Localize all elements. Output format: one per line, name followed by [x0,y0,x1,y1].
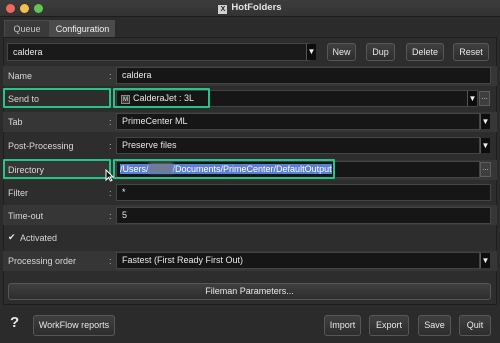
processing-order-dropdown-arrow-icon[interactable]: ▼ [480,253,490,268]
tab-field-label: Tab [8,117,23,127]
post-processing-colon: : [109,141,112,151]
title-bar: X HotFolders [0,0,500,17]
name-colon: : [109,71,112,81]
activated-label: Activated [20,233,58,243]
send-to-label-highlight [3,88,111,108]
save-button[interactable]: Save [418,315,451,336]
directory-browse-button[interactable]: ... [480,162,491,177]
timeout-input[interactable]: 5 [116,207,491,224]
help-icon[interactable]: ? [10,314,19,331]
import-button[interactable]: Import [324,315,361,336]
processing-order-select[interactable]: Fastest (First Ready First Out) [116,252,480,269]
dup-button[interactable]: Dup [366,43,395,61]
fileman-parameters-button[interactable]: Fileman Parameters... [8,283,491,300]
post-processing-dropdown-arrow-icon[interactable]: ▼ [480,138,490,153]
timeout-colon: : [109,211,112,221]
post-processing-label: Post-Processing [8,141,74,151]
mouse-pointer-icon [105,169,114,182]
window-title-group: X HotFolders [0,2,500,14]
config-dropdown-arrow-icon[interactable]: ▼ [306,44,316,60]
filter-colon: : [109,188,112,198]
workflow-reports-button[interactable]: WorkFlow reports [33,315,115,336]
export-button[interactable]: Export [369,315,409,336]
reset-button[interactable]: Reset [453,43,489,61]
quit-button[interactable]: Quit [459,315,491,336]
send-to-browse-button[interactable]: ... [479,91,490,106]
tab-colon: : [109,117,112,127]
new-button[interactable]: New [327,43,356,61]
filter-input[interactable]: * [116,184,491,201]
directory-value-highlight [113,159,335,179]
tab-dropdown-arrow-icon[interactable]: ▼ [480,114,490,129]
window-title: HotFolders [231,2,282,13]
filter-label: Filter [8,188,28,198]
tab-configuration[interactable]: Configuration [50,20,115,37]
name-input[interactable]: caldera [116,67,491,84]
processing-order-label: Processing order [8,256,77,266]
send-to-dropdown-arrow-icon[interactable]: ▼ [467,91,477,106]
processing-order-colon: : [109,256,112,266]
tab-queue[interactable]: Queue [4,20,50,37]
timeout-label: Time-out [8,211,44,221]
config-select[interactable]: caldera [7,43,310,61]
delete-button[interactable]: Delete [406,43,444,61]
send-to-value-highlight [113,88,210,108]
app-logo-icon: X [218,5,228,14]
directory-label-highlight [3,159,111,179]
name-label: Name [8,71,33,81]
post-processing-select[interactable]: Preserve files [116,137,480,154]
tab-select[interactable]: PrimeCenter ML [116,113,480,130]
activated-checkbox[interactable]: ✔ [8,233,17,242]
